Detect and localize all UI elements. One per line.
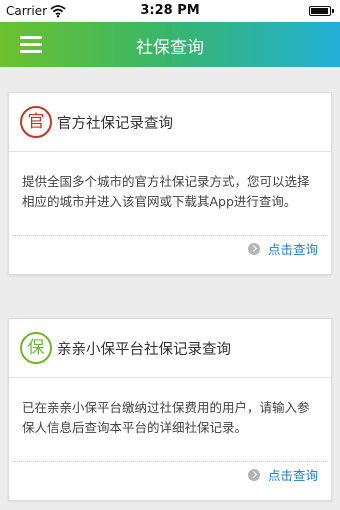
- divider: [9, 377, 331, 378]
- official-seal-icon: 官: [20, 106, 52, 138]
- card-header: 保 亲亲小保平台社保记录查询: [9, 319, 331, 377]
- insurance-seal-icon: 保: [20, 332, 52, 364]
- divider: [9, 151, 331, 152]
- official-records-card: 官 官方社保记录查询 提供全国多个城市的官方社保记录方式，您可以选择相应的城市并…: [8, 92, 332, 275]
- card-title: 官方社保记录查询: [57, 116, 173, 132]
- divider: [12, 461, 328, 462]
- query-link-label[interactable]: 点击查询: [268, 466, 318, 486]
- arrow-right-circle-icon: [247, 469, 260, 481]
- nav-bar: 社保查询: [0, 22, 340, 67]
- query-link-platform[interactable]: 点击查询: [247, 465, 318, 486]
- card-title: 亲亲小保平台社保记录查询: [57, 342, 231, 358]
- battery-level: [311, 8, 328, 14]
- status-bar: Carrier 3:28 PM: [0, 0, 340, 22]
- card-description: 提供全国多个城市的官方社保记录方式，您可以选择相应的城市并进入该官网或下载其Ap…: [22, 174, 310, 209]
- query-link-official[interactable]: 点击查询: [247, 239, 318, 260]
- query-link-label[interactable]: 点击查询: [268, 240, 318, 260]
- card-description: 已在亲亲小保平台缴纳过社保费用的用户，请输入参保人信息后查询本平台的详细社保记录…: [22, 400, 310, 435]
- arrow-right-circle-icon: [247, 243, 260, 255]
- divider: [12, 235, 328, 236]
- platform-records-card: 保 亲亲小保平台社保记录查询 已在亲亲小保平台缴纳过社保费用的用户，请输入参保人…: [8, 318, 332, 501]
- page-title: 社保查询: [136, 38, 204, 58]
- battery-icon: [309, 6, 334, 16]
- status-time: 3:28 PM: [140, 3, 200, 18]
- card-header: 官 官方社保记录查询: [9, 93, 331, 151]
